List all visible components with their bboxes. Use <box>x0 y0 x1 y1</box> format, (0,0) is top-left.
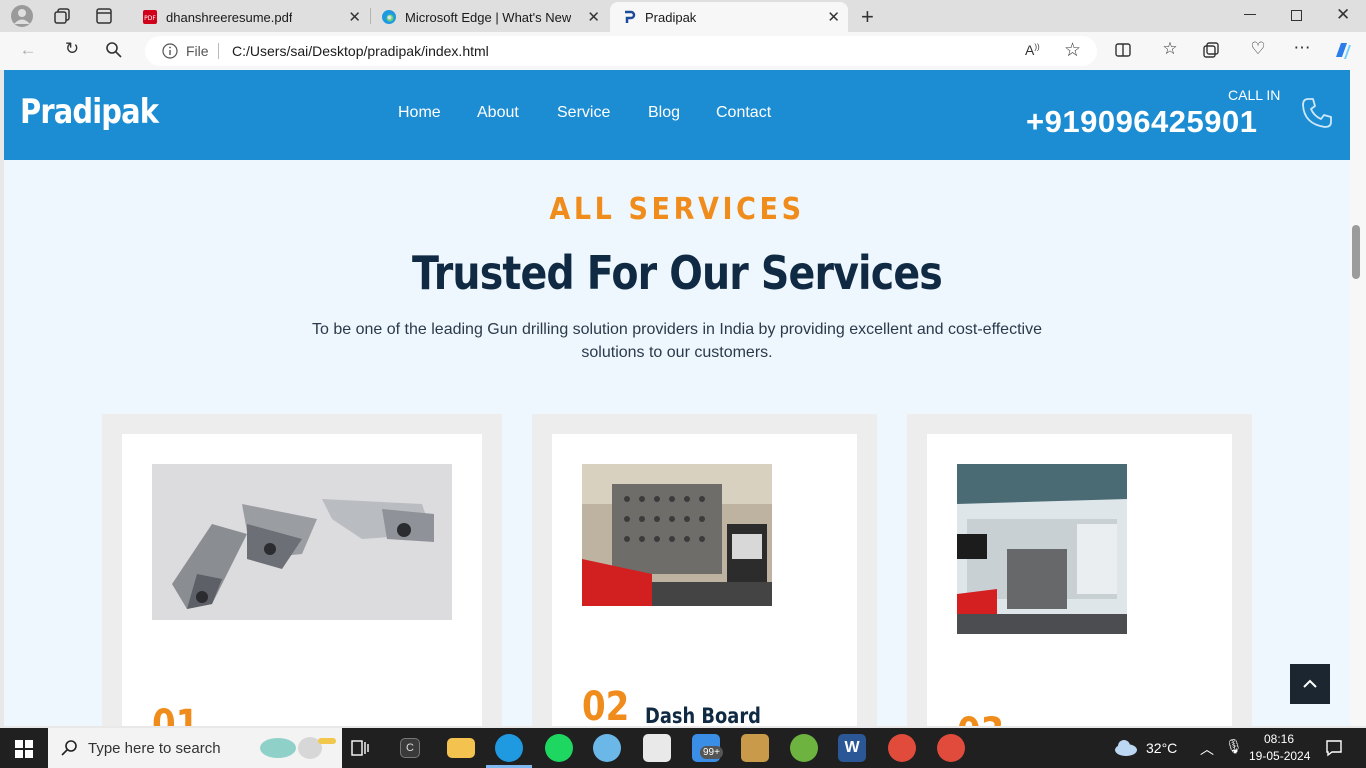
close-tab-icon[interactable]: ✕ <box>348 8 361 26</box>
search-icon[interactable] <box>104 41 124 61</box>
back-to-top-button[interactable] <box>1290 664 1330 704</box>
tab-pdf[interactable]: PDF dhanshreeresume.pdf ✕ <box>133 2 369 32</box>
service-card-body: 02 Dash Board Mould <box>552 434 857 726</box>
weather-cloud-icon[interactable] <box>1113 738 1139 758</box>
photos-app-icon[interactable] <box>593 734 621 762</box>
split-screen-icon[interactable] <box>1114 41 1132 59</box>
nav-service[interactable]: Service <box>557 104 610 122</box>
mail-badge: 99+ <box>700 746 723 759</box>
terminal-app-icon[interactable]: C <box>400 738 420 758</box>
tab-title: Microsoft Edge | What's New <box>405 9 572 25</box>
section-subtitle: ALL SERVICES <box>549 192 805 227</box>
spring-tool-icon[interactable] <box>790 734 818 762</box>
edge-icon <box>381 9 397 25</box>
read-aloud-icon[interactable]: A)) <box>1025 42 1040 58</box>
back-icon[interactable]: ← <box>16 40 40 60</box>
nav-home[interactable]: Home <box>398 104 441 122</box>
close-window-icon[interactable]: ✕ <box>1336 5 1350 25</box>
address-bar[interactable]: File C:/Users/sai/Desktop/pradipak/index… <box>145 36 1097 66</box>
service-card[interactable]: 03 <box>907 414 1252 726</box>
chevron-up-icon[interactable]: ︿ <box>1200 739 1214 759</box>
profile-icon[interactable] <box>11 5 33 27</box>
service-number: 03 <box>957 710 1004 726</box>
search-highlight-icon <box>258 734 338 762</box>
weather-temperature[interactable]: 32°C <box>1146 740 1177 756</box>
workspaces-icon[interactable] <box>53 7 71 25</box>
section-title: Trusted For Our Services <box>411 246 943 300</box>
site-header: Pradipak Home About Service Blog Contact… <box>4 70 1350 160</box>
tab-actions-icon[interactable] <box>96 8 112 24</box>
notifications-icon[interactable] <box>1325 739 1343 757</box>
service-number: 01 <box>152 702 200 726</box>
service-card[interactable]: 02 Dash Board Mould <box>532 414 877 726</box>
restore-icon[interactable] <box>1291 10 1302 21</box>
clock-time[interactable]: 08:16 <box>1264 732 1294 746</box>
service-card[interactable]: 01 <box>102 414 502 726</box>
call-in-label: CALL IN <box>1228 87 1281 103</box>
edge-browser-icon[interactable] <box>495 734 523 762</box>
phone-icon <box>1300 96 1334 130</box>
dash-board-mould-machine-image <box>582 464 772 606</box>
url-text[interactable]: C:/Users/sai/Desktop/pradipak/index.html <box>232 43 489 59</box>
refresh-icon[interactable]: ↻ <box>60 39 84 59</box>
section-description: To be one of the leading Gun drilling so… <box>312 321 1042 361</box>
browser-tab-strip: PDF dhanshreeresume.pdf ✕ Microsoft Edge… <box>0 0 1366 32</box>
info-icon[interactable] <box>162 43 178 59</box>
gun-drilling-machine-image <box>957 464 1127 634</box>
tab-edge-whats-new[interactable]: Microsoft Edge | What's New ✕ <box>372 2 608 32</box>
collections-icon[interactable] <box>1202 41 1220 59</box>
spotify-icon[interactable] <box>545 734 573 762</box>
copilot-icon[interactable] <box>1331 39 1355 63</box>
microphone-icon[interactable]: 🎙 <box>1225 738 1243 755</box>
store-icon[interactable] <box>643 734 671 762</box>
clock-date[interactable]: 19-05-2024 <box>1249 749 1310 763</box>
browser-essentials-icon[interactable]: ♡ <box>1246 39 1270 59</box>
favorites-icon[interactable]: ☆ <box>1158 39 1182 59</box>
taskbar-search-box[interactable]: Type here to search <box>48 728 342 768</box>
task-view-icon[interactable] <box>351 740 369 756</box>
nav-about[interactable]: About <box>477 104 519 122</box>
nav-contact[interactable]: Contact <box>716 104 771 122</box>
svg-text:PDF: PDF <box>144 15 156 22</box>
chevron-up-icon <box>1302 676 1318 692</box>
chrome-profile-icon[interactable] <box>937 734 965 762</box>
nav-blog[interactable]: Blog <box>648 104 680 122</box>
service-number: 02 <box>582 684 630 726</box>
address-separator <box>218 43 219 59</box>
phone-number[interactable]: +919096425901 <box>1026 104 1258 140</box>
page-viewport: Pradipak Home About Service Blog Contact… <box>4 70 1350 726</box>
tab-separator <box>370 8 371 24</box>
search-icon <box>61 739 79 757</box>
scrollbar-thumb[interactable] <box>1352 225 1360 279</box>
search-placeholder: Type here to search <box>88 740 221 757</box>
service-card-body: 01 <box>122 434 482 726</box>
file-explorer-icon[interactable] <box>447 738 475 758</box>
mail-icon[interactable]: 99+ <box>692 734 723 762</box>
word-icon[interactable]: W <box>838 734 866 762</box>
site-icon <box>621 9 637 25</box>
pdf-icon: PDF <box>142 9 158 25</box>
favorite-star-icon[interactable]: ☆ <box>1064 39 1081 62</box>
service-title: Dash Board Mould <box>645 704 761 726</box>
site-logo[interactable]: Pradipak <box>20 92 159 132</box>
winrar-icon[interactable] <box>741 734 769 762</box>
gun-drill-bits-image <box>152 464 452 620</box>
tab-title: Pradipak <box>645 9 697 25</box>
chrome-icon[interactable] <box>888 734 916 762</box>
windows-start-icon[interactable] <box>15 740 33 758</box>
scheme-label: File <box>186 43 209 59</box>
service-card-body: 03 <box>927 434 1232 726</box>
tab-pradipak[interactable]: Pradipak ✕ <box>610 2 848 32</box>
close-tab-icon[interactable]: ✕ <box>827 8 840 26</box>
minimize-icon[interactable] <box>1244 14 1256 15</box>
windows-taskbar: Type here to search C 99+ W 32°C ︿ 🎙 08:… <box>0 728 1366 768</box>
browser-toolbar: ← ↻ File C:/Users/sai/Desktop/pradipak/i… <box>0 32 1366 70</box>
tab-title: dhanshreeresume.pdf <box>166 9 293 25</box>
page-scrollbar[interactable] <box>1350 70 1366 726</box>
new-tab-icon[interactable]: + <box>861 4 874 30</box>
close-tab-icon[interactable]: ✕ <box>587 8 600 26</box>
more-options-icon[interactable]: ⋯ <box>1290 38 1314 58</box>
